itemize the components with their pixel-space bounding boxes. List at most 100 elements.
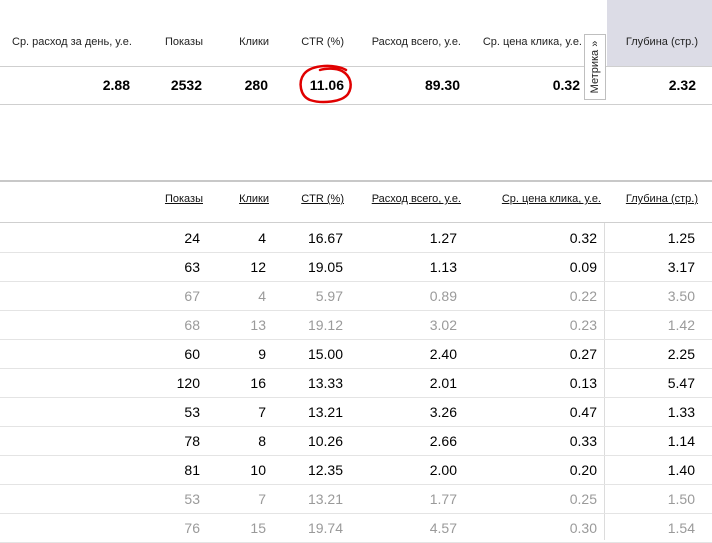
summary-clicks: 280: [244, 77, 268, 93]
cell-total-spend: 1.77: [429, 491, 457, 507]
cell-avg-cpc: 0.33: [569, 433, 597, 449]
table-row: 24 4 16.67 1.27 0.32 1.25: [0, 223, 712, 252]
cell-impressions: 81: [184, 462, 200, 478]
cell-ctr: 16.67: [307, 230, 343, 246]
table-row: 81 10 12.35 2.00 0.20 1.40: [0, 455, 712, 484]
cell-clicks: 4: [258, 288, 266, 304]
summary-total-spend: 89.30: [424, 77, 460, 93]
cell-total-spend: 2.40: [429, 346, 457, 362]
cell-depth: 1.54: [667, 520, 695, 536]
table-row: 63 12 19.05 1.13 0.09 3.17: [0, 252, 712, 281]
table-row: 76 15 19.74 4.57 0.30 1.54: [0, 513, 712, 542]
sort-ctr-link[interactable]: CTR (%): [290, 193, 344, 205]
sort-total-spend-link[interactable]: Расход всего, у.е.: [360, 193, 461, 205]
header-total-spend: Расход всего, у.е.: [371, 36, 461, 48]
header-ctr: CTR (%): [301, 36, 344, 48]
cell-total-spend: 2.01: [429, 375, 457, 391]
cell-ctr: 13.33: [307, 375, 343, 391]
cell-impressions: 60: [184, 346, 200, 362]
table-row: 53 7 13.21 3.26 0.47 1.33: [0, 397, 712, 426]
cell-ctr: 13.21: [307, 491, 343, 507]
depth-column-highlight: [607, 0, 712, 66]
cell-impressions: 76: [184, 520, 200, 536]
cell-depth: 3.50: [667, 288, 695, 304]
sort-depth-link[interactable]: Глубина (стр.): [612, 193, 698, 205]
cell-avg-cpc: 0.23: [569, 317, 597, 333]
cell-avg-cpc: 0.47: [569, 404, 597, 420]
header-clicks: Клики: [239, 36, 269, 48]
table-row: 120 16 13.33 2.01 0.13 5.47: [0, 368, 712, 397]
cell-ctr: 10.26: [307, 433, 343, 449]
table-row: 60 9 15.00 2.40 0.27 2.25: [0, 339, 712, 368]
cell-depth: 5.47: [667, 375, 695, 391]
cell-ctr: 15.00: [307, 346, 343, 362]
cell-impressions: 67: [184, 288, 200, 304]
sort-clicks-link[interactable]: Клики: [220, 193, 269, 205]
cell-avg-cpc: 0.25: [569, 491, 597, 507]
cell-clicks: 13: [250, 317, 266, 333]
table-row: 67 4 5.97 0.89 0.22 3.50: [0, 281, 712, 310]
header-daily-spend: Ср. расход за день, у.е.: [12, 36, 132, 48]
cell-impressions: 78: [184, 433, 200, 449]
cell-total-spend: 1.27: [429, 230, 457, 246]
header-impressions: Показы: [164, 36, 203, 48]
table-row: 68 13 19.12 3.02 0.23 1.42: [0, 310, 712, 339]
cell-clicks: 9: [258, 346, 266, 362]
summary-depth: 2.32: [668, 77, 696, 93]
cell-clicks: 8: [258, 433, 266, 449]
cell-depth: 1.25: [667, 230, 695, 246]
metrika-tab-label: Метрика »: [589, 40, 601, 94]
cell-total-spend: 4.57: [429, 520, 457, 536]
cell-impressions: 63: [184, 259, 200, 275]
annotation-circle: [299, 64, 352, 104]
cell-clicks: 15: [250, 520, 266, 536]
cell-ctr: 19.05: [307, 259, 343, 275]
cell-impressions: 53: [184, 491, 200, 507]
cell-clicks: 7: [258, 491, 266, 507]
summary-avg-cpc: 0.32: [552, 77, 580, 93]
cell-avg-cpc: 0.27: [569, 346, 597, 362]
cell-impressions: 24: [184, 230, 200, 246]
cell-avg-cpc: 0.13: [569, 375, 597, 391]
cell-clicks: 12: [250, 259, 266, 275]
cell-ctr: 12.35: [307, 462, 343, 478]
sort-impressions-link[interactable]: Показы: [150, 193, 203, 205]
cell-clicks: 7: [258, 404, 266, 420]
cell-depth: 2.25: [667, 346, 695, 362]
summary-daily-spend: 2.88: [102, 77, 130, 93]
header-depth: Глубина (стр.): [625, 36, 698, 48]
cell-ctr: 5.97: [315, 288, 343, 304]
cell-depth: 1.42: [667, 317, 695, 333]
cell-depth: 3.17: [667, 259, 695, 275]
cell-avg-cpc: 0.32: [569, 230, 597, 246]
cell-impressions: 68: [184, 317, 200, 333]
cell-depth: 1.33: [667, 404, 695, 420]
cell-impressions: 120: [176, 375, 200, 391]
metrika-tab[interactable]: Метрика »: [584, 34, 606, 100]
cell-avg-cpc: 0.30: [569, 520, 597, 536]
table-row: 78 8 10.26 2.66 0.33 1.14: [0, 426, 712, 455]
summary-impressions: 2532: [170, 77, 202, 93]
cell-depth: 1.50: [667, 491, 695, 507]
cell-total-spend: 0.89: [429, 288, 457, 304]
cell-clicks: 4: [258, 230, 266, 246]
detail-table-top-border: [0, 180, 712, 182]
cell-total-spend: 3.26: [429, 404, 457, 420]
header-avg-cpc: Ср. цена клика, у.е.: [482, 36, 582, 48]
cell-avg-cpc: 0.20: [569, 462, 597, 478]
cell-depth: 1.40: [667, 462, 695, 478]
cell-depth: 1.14: [667, 433, 695, 449]
cell-ctr: 13.21: [307, 404, 343, 420]
cell-avg-cpc: 0.09: [569, 259, 597, 275]
sort-avg-cpc-link[interactable]: Ср. цена клика, у.е.: [480, 193, 601, 205]
cell-ctr: 19.74: [307, 520, 343, 536]
cell-clicks: 10: [250, 462, 266, 478]
cell-avg-cpc: 0.22: [569, 288, 597, 304]
cell-total-spend: 2.00: [429, 462, 457, 478]
cell-total-spend: 3.02: [429, 317, 457, 333]
cell-total-spend: 1.13: [429, 259, 457, 275]
table-row: 53 7 13.21 1.77 0.25 1.50: [0, 484, 712, 513]
cell-impressions: 53: [184, 404, 200, 420]
cell-ctr: 19.12: [307, 317, 343, 333]
summary-bottom-divider: [0, 104, 712, 105]
